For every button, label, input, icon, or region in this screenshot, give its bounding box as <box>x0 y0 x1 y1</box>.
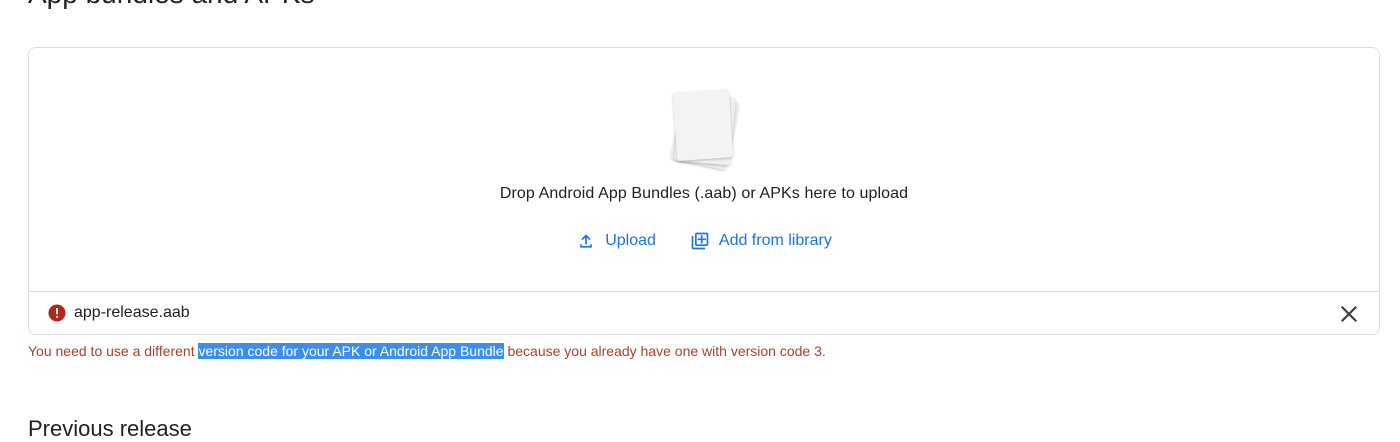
error-message: You need to use a different version code… <box>28 343 826 359</box>
upload-actions: Upload Add from library <box>29 229 1379 253</box>
dropzone[interactable]: Drop Android App Bundles (.aab) or APKs … <box>29 48 1379 291</box>
upload-icon <box>576 231 596 251</box>
upload-button-label: Upload <box>605 232 656 249</box>
add-from-library-button[interactable]: Add from library <box>688 229 834 253</box>
section-title: App bundles and APKs <box>28 0 314 10</box>
error-icon <box>48 304 66 322</box>
add-from-library-label: Add from library <box>718 232 832 249</box>
file-name: app-release.aab <box>74 304 190 321</box>
close-icon[interactable] <box>1337 302 1361 326</box>
uploaded-file-row: app-release.aab <box>29 291 1379 336</box>
upload-panel: Drop Android App Bundles (.aab) or APKs … <box>28 47 1380 335</box>
error-text-selected: version code for your APK or Android App… <box>198 343 504 359</box>
drop-instructions: Drop Android App Bundles (.aab) or APKs … <box>499 185 909 202</box>
previous-release-title: Previous release <box>28 416 192 441</box>
upload-button[interactable]: Upload <box>574 229 658 253</box>
error-text-after: because you already have one with versio… <box>503 343 826 359</box>
stacked-files-illustration <box>671 89 739 170</box>
add-to-library-icon <box>690 231 710 251</box>
error-text-before: You need to use a different <box>28 343 199 359</box>
